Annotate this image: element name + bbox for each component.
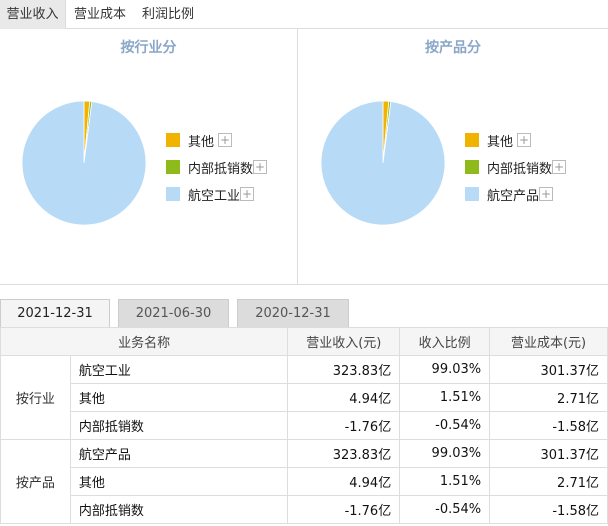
- top-tab-bar: 营业收入 营业成本 利润比例: [0, 0, 608, 29]
- legend-label: 内部抵销数: [487, 162, 553, 177]
- legend-swatch: [166, 187, 180, 201]
- group-label: 按行业: [0, 355, 71, 440]
- pie-slice[interactable]: [320, 100, 446, 226]
- row-name: 内部抵销数: [69, 411, 289, 440]
- expand-plus-icon[interactable]: +: [253, 160, 267, 174]
- date-tab-2021-12-31[interactable]: 2021-12-31: [0, 299, 110, 327]
- row-name: 内部抵销数: [69, 495, 289, 524]
- chart-panel-product: 按产品分 其他 + 内部抵销数 + 航空产品 +: [298, 29, 608, 285]
- row-revenue: 323.83亿: [287, 439, 401, 468]
- header-ratio: 收入比例: [399, 327, 491, 356]
- header-business: 业务名称: [0, 327, 289, 356]
- table-row: 其他 4.94亿 1.51% 2.71亿: [1, 383, 608, 412]
- header-revenue: 营业收入(元): [287, 327, 401, 356]
- tab-profit-ratio[interactable]: 利润比例: [134, 0, 202, 29]
- legend-swatch: [465, 133, 479, 147]
- row-cost: -1.58亿: [489, 495, 608, 524]
- row-revenue: -1.76亿: [287, 495, 401, 524]
- table-row: 内部抵销数 -1.76亿 -0.54% -1.58亿: [1, 495, 608, 524]
- row-cost: -1.58亿: [489, 411, 608, 440]
- row-ratio: -0.54%: [399, 411, 491, 440]
- legend-label: 内部抵销数: [188, 162, 254, 177]
- legend-label: 航空产品: [487, 189, 540, 204]
- table-header-row: 业务名称 营业收入(元) 收入比例 营业成本(元): [0, 327, 608, 356]
- row-ratio: 99.03%: [399, 355, 491, 384]
- expand-plus-icon[interactable]: +: [218, 133, 232, 147]
- legend-swatch: [465, 187, 479, 201]
- expand-plus-icon[interactable]: +: [539, 187, 553, 201]
- table-row: 内部抵销数 -1.76亿 -0.54% -1.58亿: [1, 411, 608, 440]
- legend-label: 其他: [188, 135, 215, 150]
- row-name: 航空产品: [69, 439, 289, 468]
- legend-swatch: [166, 160, 180, 174]
- pie-slice[interactable]: [21, 100, 147, 226]
- date-tab-2020-12-31[interactable]: 2020-12-31: [237, 299, 349, 327]
- row-revenue: -1.76亿: [287, 411, 401, 440]
- header-cost: 营业成本(元): [489, 327, 608, 356]
- revenue-table: 业务名称 营业收入(元) 收入比例 营业成本(元) 按行业 航空工业 323.8…: [0, 327, 608, 524]
- row-cost: 301.37亿: [489, 439, 608, 468]
- legend-industry: 其他 + 内部抵销数 + 航空工业 +: [166, 130, 296, 210]
- expand-plus-icon[interactable]: +: [517, 133, 531, 147]
- row-ratio: 99.03%: [399, 439, 491, 468]
- row-revenue: 4.94亿: [287, 383, 401, 412]
- row-revenue: 4.94亿: [287, 467, 401, 496]
- tab-revenue[interactable]: 营业收入: [0, 0, 66, 29]
- tab-cost[interactable]: 营业成本: [66, 0, 134, 29]
- row-ratio: 1.51%: [399, 383, 491, 412]
- legend-label: 航空工业: [188, 189, 241, 204]
- row-cost: 2.71亿: [489, 383, 608, 412]
- legend-product: 其他 + 内部抵销数 + 航空产品 +: [465, 130, 600, 210]
- table-row: 按行业 航空工业 323.83亿 99.03% 301.37亿: [0, 355, 608, 440]
- legend-swatch: [465, 160, 479, 174]
- expand-plus-icon[interactable]: +: [240, 187, 254, 201]
- row-name: 航空工业: [69, 355, 289, 384]
- table-row: 其他 4.94亿 1.51% 2.71亿: [1, 467, 608, 496]
- row-cost: 301.37亿: [489, 355, 608, 384]
- chart-panel-industry: 按行业分 其他 + 内部抵销数 + 航空工业 +: [0, 29, 298, 285]
- date-tab-2021-06-30[interactable]: 2021-06-30: [118, 299, 229, 327]
- group-label: 按产品: [0, 439, 71, 524]
- row-name: 其他: [69, 383, 289, 412]
- expand-plus-icon[interactable]: +: [552, 160, 566, 174]
- row-revenue: 323.83亿: [287, 355, 401, 384]
- row-name: 其他: [69, 467, 289, 496]
- row-ratio: -0.54%: [399, 495, 491, 524]
- row-ratio: 1.51%: [399, 467, 491, 496]
- legend-swatch: [166, 133, 180, 147]
- table-row: 按产品 航空产品 323.83亿 99.03% 301.37亿: [0, 439, 608, 524]
- legend-label: 其他: [487, 135, 514, 150]
- row-cost: 2.71亿: [489, 467, 608, 496]
